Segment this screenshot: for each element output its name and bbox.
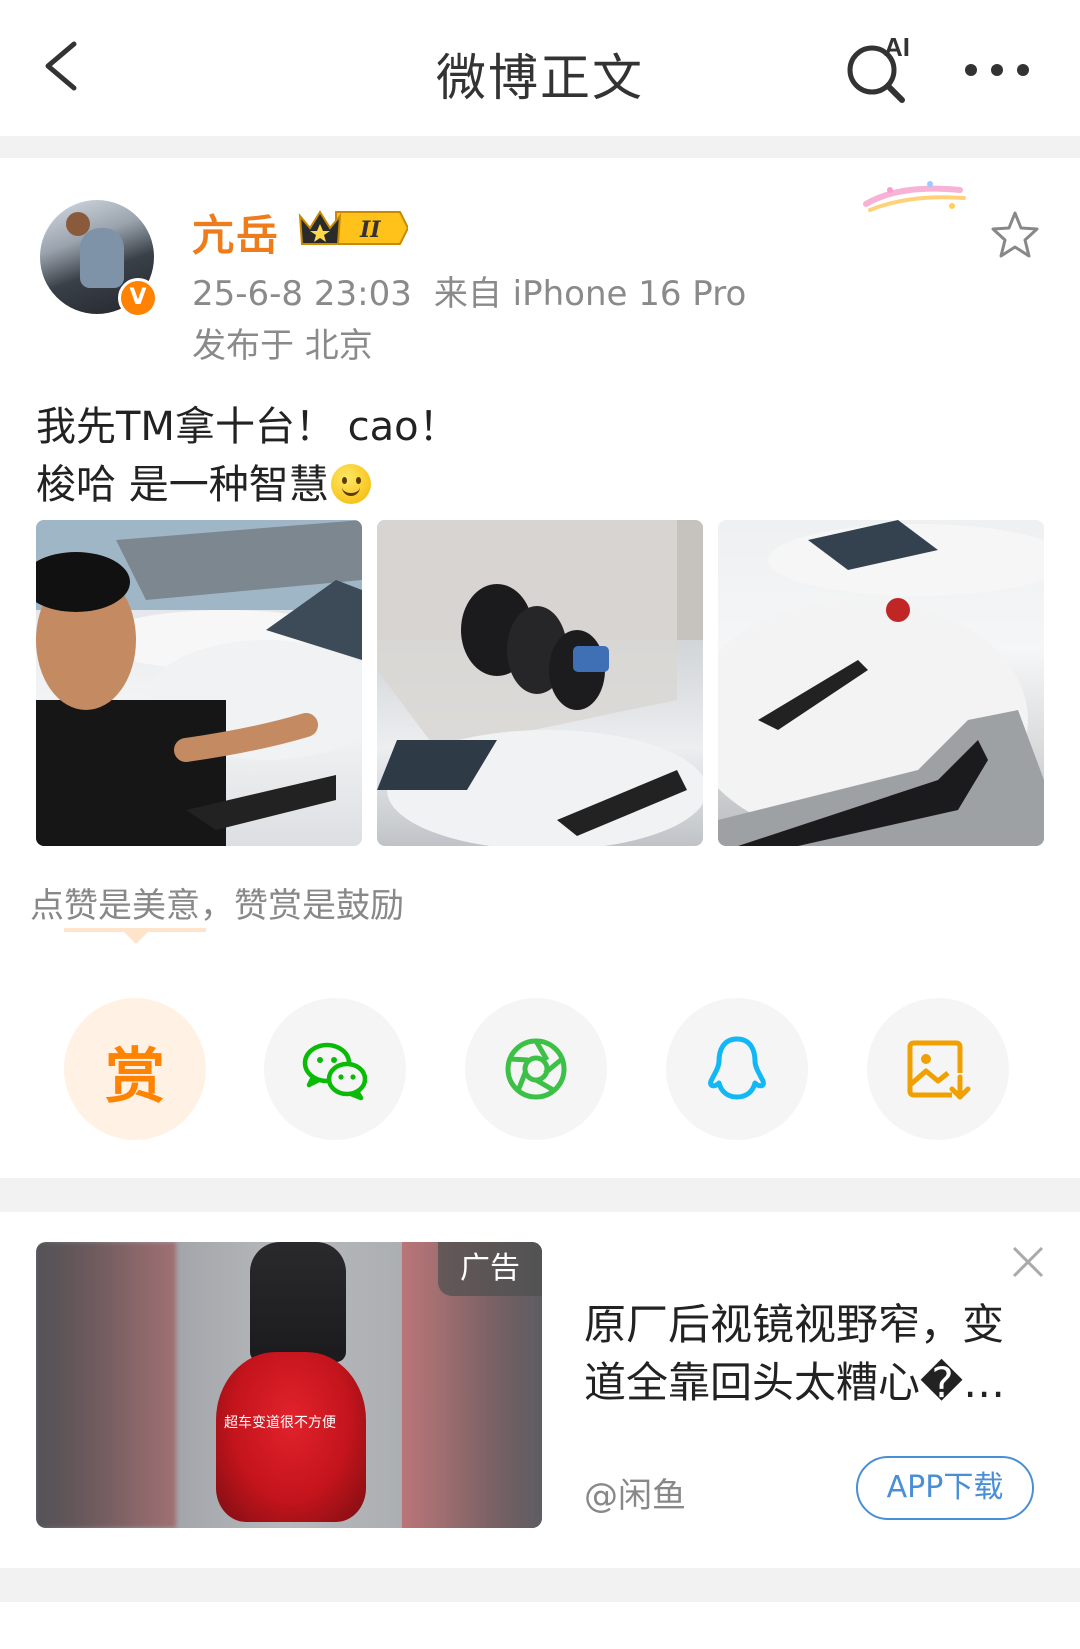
verified-badge: V [118,278,158,318]
share-wechat-button[interactable] [264,998,406,1140]
post-location: 发布于 北京 [192,326,373,366]
sparkle-decoration-icon [863,181,966,212]
smile-emoji-icon [330,464,371,504]
author-name[interactable]: 亢岳 [192,202,280,263]
post-card: V 亢岳 II 25-6-8 23:03 来自 iPhone 16 Pro 发布于… [0,158,1080,1178]
ad-tag: 广告 [438,1242,542,1296]
ai-label: AI [884,32,910,62]
post-photo-2[interactable] [377,520,703,846]
photo-3-art [718,520,1044,846]
post-timestamp: 25-6-8 23:03 [192,274,412,314]
post-text-line2-row: 梭哈 是一种智慧 [36,456,459,514]
wechat-moments-icon [505,1038,567,1100]
photo-2-art [377,520,703,846]
ad-card[interactable]: 超车变道很不方便 广告 原厂后视镜视野窄，变道全靠回头太糟心�… @闲鱼 APP… [0,1212,1080,1568]
more-icon[interactable] [962,50,1032,90]
favorite-star-icon[interactable] [990,210,1040,260]
post-text-line1: 我先TM拿十台！ cao！ [36,404,459,450]
section-divider [0,1568,1080,1602]
ad-image-caption: 超车变道很不方便 [224,1415,336,1431]
section-divider [0,1178,1080,1212]
photo-1-art [36,520,362,846]
post-source: 来自 iPhone 16 Pro [433,274,747,314]
ad-title[interactable]: 原厂后视镜视野窄，变道全靠回头太糟心�… [584,1296,1044,1412]
qq-icon [708,1036,766,1100]
ai-search-icon[interactable]: AI [842,32,922,108]
post-text: 我先TM拿十台！ cao！ 梭哈 是一种智慧 [36,398,459,514]
reward-pointer [122,930,150,944]
ad-image-motorcycle [216,1352,366,1522]
app-download-button[interactable]: APP下载 [856,1456,1034,1520]
share-qq-button[interactable] [666,998,808,1140]
section-divider [0,136,1080,158]
post-photo-3[interactable] [718,520,1044,846]
ad-image-blur-left [36,1242,176,1528]
ad-source: @闲鱼 [584,1476,686,1516]
save-image-button[interactable] [867,998,1009,1140]
reward-label: 赏 [105,1042,165,1112]
wechat-icon [302,1042,368,1101]
vip-crown-badge-icon[interactable]: II [296,206,408,250]
save-image-icon [907,1040,971,1100]
post-text-line2: 梭哈 是一种智慧 [36,462,329,508]
close-icon[interactable] [1008,1242,1048,1282]
vip-level: II [359,217,381,243]
share-moments-button[interactable] [465,998,607,1140]
top-bar: 微博正文 AI [0,0,1080,136]
reward-prompt[interactable]: 点赞是美意，赞赏是鼓励 [30,878,404,927]
photo-grid [36,520,1044,846]
reward-button[interactable]: 赏 [64,998,206,1140]
post-photo-1[interactable] [36,520,362,846]
avatar-body [80,228,124,288]
post-meta: 25-6-8 23:03 来自 iPhone 16 Pro [192,266,746,315]
ad-image-rider [250,1242,346,1362]
